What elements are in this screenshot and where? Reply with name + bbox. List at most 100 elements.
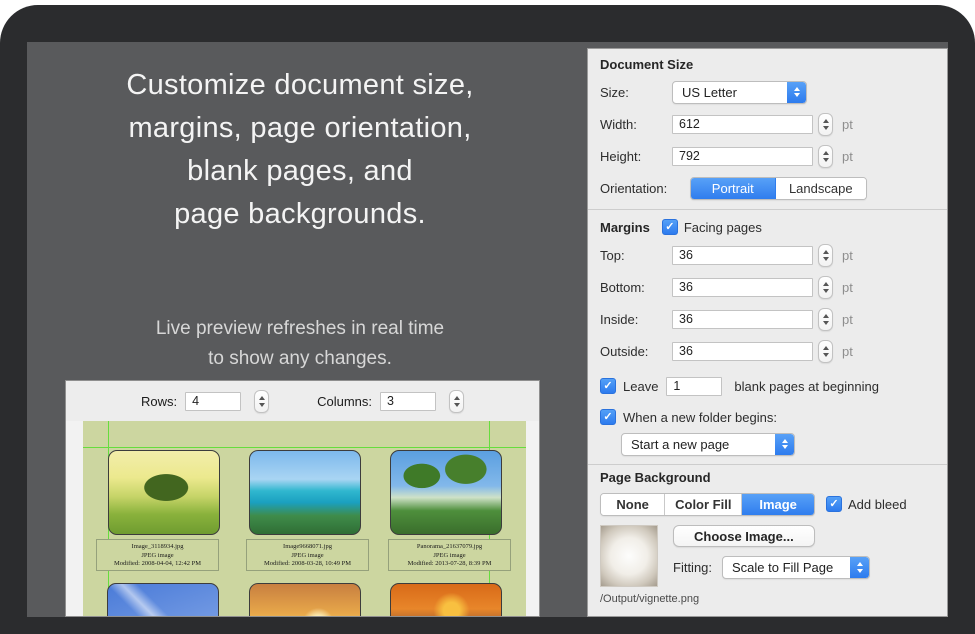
blank-pages-row: ✓ Leave blank pages at beginning bbox=[600, 367, 935, 405]
section-divider bbox=[588, 464, 947, 465]
margin-inside-row: Inside: pt bbox=[600, 303, 935, 335]
stepper-down-icon bbox=[259, 403, 265, 407]
new-folder-action-popup[interactable]: Start a new page bbox=[621, 433, 795, 456]
preview-page: Image_3118934.jpg JPEG image Modified: 2… bbox=[83, 421, 526, 617]
caption-kind: JPEG image bbox=[97, 552, 218, 561]
background-image-block: Choose Image... Fitting: Scale to Fill P… bbox=[600, 525, 935, 587]
headline-line: margins, page orientation, bbox=[25, 107, 575, 150]
subtext-line: Live preview refreshes in real time bbox=[60, 314, 540, 344]
choose-image-button[interactable]: Choose Image... bbox=[673, 525, 815, 547]
width-unit: pt bbox=[842, 117, 853, 132]
checkmark-icon: ✓ bbox=[665, 222, 674, 233]
background-image-segment[interactable]: Image bbox=[742, 494, 814, 515]
width-input[interactable] bbox=[672, 115, 813, 134]
rows-label: Rows: bbox=[141, 394, 177, 409]
orientation-landscape-segment[interactable]: Landscape bbox=[776, 178, 866, 199]
margin-bottom-row: Bottom: pt bbox=[600, 271, 935, 303]
size-row: Size: US Letter bbox=[600, 76, 935, 108]
margins-title: Margins bbox=[600, 220, 650, 235]
popup-chevrons-icon bbox=[850, 557, 869, 578]
page-background-title: Page Background bbox=[600, 470, 935, 485]
margin-outside-stepper[interactable] bbox=[818, 340, 833, 363]
stepper-down-icon bbox=[823, 126, 829, 130]
margin-bottom-stepper[interactable] bbox=[818, 276, 833, 299]
height-stepper[interactable] bbox=[818, 145, 833, 168]
live-preview-window: Rows: Columns: Image_3118934.jpg JPEG im… bbox=[65, 380, 540, 617]
page-background-mode-row: None Color Fill Image ✓ Add bleed bbox=[600, 489, 935, 519]
blank-pages-suffix: blank pages at beginning bbox=[734, 379, 879, 394]
background-image-preview bbox=[600, 525, 658, 587]
margin-top-input[interactable] bbox=[672, 246, 813, 265]
width-label: Width: bbox=[600, 117, 672, 132]
rows-input[interactable] bbox=[185, 392, 241, 411]
section-divider bbox=[588, 209, 947, 210]
columns-input[interactable] bbox=[380, 392, 436, 411]
facing-pages-checkbox[interactable]: ✓ bbox=[662, 219, 678, 235]
caption-box: Image9668071.jpg JPEG image Modified: 20… bbox=[246, 539, 369, 571]
page-background-segmented-control: None Color Fill Image bbox=[600, 493, 815, 516]
margin-inside-unit: pt bbox=[842, 312, 853, 327]
add-bleed-checkbox[interactable]: ✓ bbox=[826, 496, 842, 512]
headline-line: blank pages, and bbox=[25, 150, 575, 193]
stepper-down-icon bbox=[823, 289, 829, 293]
margin-inside-stepper[interactable] bbox=[818, 308, 833, 331]
caption-filename: Image_3118934.jpg bbox=[97, 543, 218, 552]
background-none-segment[interactable]: None bbox=[601, 494, 665, 515]
size-popup[interactable]: US Letter bbox=[672, 81, 807, 104]
new-folder-action-row: Start a new page bbox=[600, 429, 935, 459]
hero-subtext: Live preview refreshes in real time to s… bbox=[60, 314, 540, 374]
margin-top-row: Top: pt bbox=[600, 239, 935, 271]
margin-bottom-label: Bottom: bbox=[600, 280, 672, 295]
caption-modified: Modified: 2008-03-28, 10:49 PM bbox=[247, 560, 368, 569]
margin-top-unit: pt bbox=[842, 248, 853, 263]
margin-outside-input[interactable] bbox=[672, 342, 813, 361]
stepper-up-icon bbox=[259, 396, 265, 400]
height-input[interactable] bbox=[672, 147, 813, 166]
checkmark-icon: ✓ bbox=[829, 499, 838, 510]
fitting-label: Fitting: bbox=[673, 560, 712, 575]
margin-top-stepper[interactable] bbox=[818, 244, 833, 267]
add-bleed-label: Add bleed bbox=[848, 497, 907, 512]
stepper-up-icon bbox=[823, 151, 829, 155]
size-popup-value: US Letter bbox=[673, 85, 787, 100]
caption-filename: Panorama_21637079.jpg bbox=[389, 543, 510, 552]
height-unit: pt bbox=[842, 149, 853, 164]
stepper-up-icon bbox=[823, 119, 829, 123]
leave-blank-pages-checkbox[interactable]: ✓ bbox=[600, 378, 616, 394]
headline-line: Customize document size, bbox=[25, 64, 575, 107]
document-size-title: Document Size bbox=[600, 57, 935, 72]
caption-modified: Modified: 2013-07-28, 8:39 PM bbox=[389, 560, 510, 569]
background-color-fill-segment[interactable]: Color Fill bbox=[665, 494, 742, 515]
orientation-portrait-segment[interactable]: Portrait bbox=[691, 178, 776, 199]
new-folder-checkbox[interactable]: ✓ bbox=[600, 409, 616, 425]
margin-bottom-input[interactable] bbox=[672, 278, 813, 297]
margin-outside-row: Outside: pt bbox=[600, 335, 935, 367]
subtext-line: to show any changes. bbox=[60, 344, 540, 374]
leave-label: Leave bbox=[623, 379, 658, 394]
new-folder-label: When a new folder begins: bbox=[623, 410, 777, 425]
columns-stepper[interactable] bbox=[449, 390, 464, 413]
orientation-row: Orientation: Portrait Landscape bbox=[600, 172, 935, 204]
hero-headline: Customize document size, margins, page o… bbox=[25, 64, 575, 236]
stepper-up-icon bbox=[823, 346, 829, 350]
thumbnail-tree-photo bbox=[108, 450, 220, 535]
fitting-popup[interactable]: Scale to Fill Page bbox=[722, 556, 870, 579]
width-stepper[interactable] bbox=[818, 113, 833, 136]
margin-inside-label: Inside: bbox=[600, 312, 672, 327]
margin-bottom-unit: pt bbox=[842, 280, 853, 295]
thumbnail-sky-photo bbox=[107, 583, 219, 617]
stepper-down-icon bbox=[823, 257, 829, 261]
rows-stepper[interactable] bbox=[254, 390, 269, 413]
new-folder-action-value: Start a new page bbox=[622, 437, 775, 452]
caption-modified: Modified: 2008-04-04, 12:42 PM bbox=[97, 560, 218, 569]
new-folder-row: ✓ When a new folder begins: bbox=[600, 405, 935, 429]
margin-inside-input[interactable] bbox=[672, 310, 813, 329]
height-label: Height: bbox=[600, 149, 672, 164]
stepper-up-icon bbox=[454, 396, 460, 400]
columns-label: Columns: bbox=[317, 394, 372, 409]
orientation-segmented-control: Portrait Landscape bbox=[690, 177, 867, 200]
facing-pages-label: Facing pages bbox=[684, 220, 762, 235]
blank-pages-count-input[interactable] bbox=[666, 377, 722, 396]
margin-guide-top bbox=[83, 447, 526, 448]
thumbnail-sunset-sea-photo bbox=[249, 583, 361, 617]
